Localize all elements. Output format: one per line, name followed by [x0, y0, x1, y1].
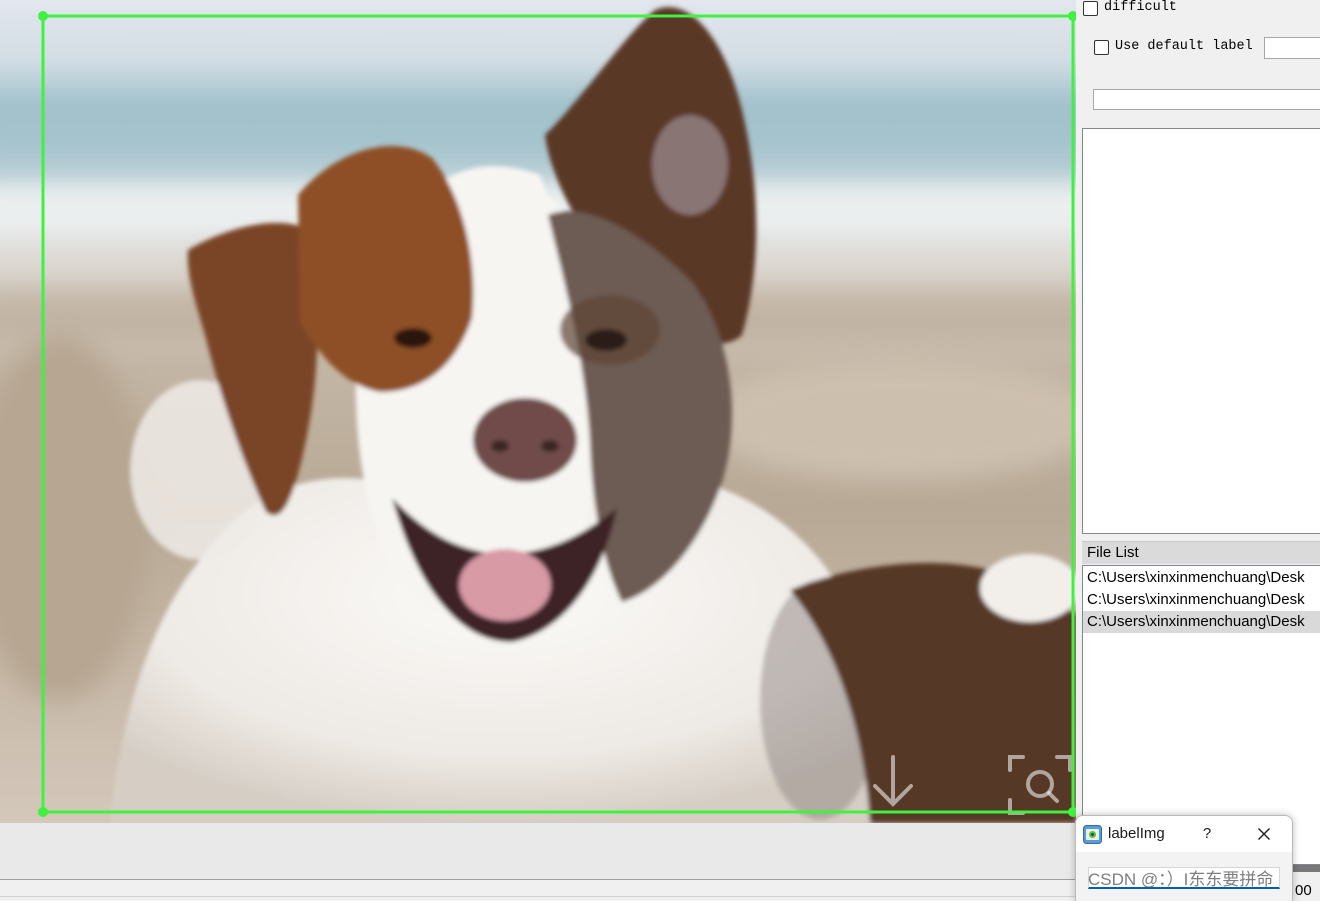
dog-eye-right — [585, 329, 627, 351]
dialog-label-input[interactable] — [1088, 867, 1280, 889]
dog-nostril — [541, 440, 559, 452]
canvas-bottom-area — [0, 823, 1076, 879]
default-label-input[interactable] — [1264, 37, 1320, 59]
use-default-label-checkbox[interactable] — [1094, 40, 1109, 55]
bbox-handle-top-left[interactable] — [38, 11, 48, 21]
dog-nose — [473, 398, 577, 482]
dog-inner-ear — [652, 115, 728, 215]
dog-tongue — [459, 549, 551, 621]
use-default-label-label[interactable]: Use default label — [1115, 39, 1253, 55]
dog-nostril — [491, 440, 509, 452]
dog-back-fur — [980, 554, 1076, 622]
dialog-titlebar[interactable]: labelImg ? — [1076, 816, 1292, 852]
difficult-checkbox[interactable] — [1083, 1, 1098, 16]
status-bar — [0, 880, 1076, 901]
difficult-label[interactable]: difficult — [1104, 0, 1177, 16]
photo — [0, 0, 1076, 823]
file-list-item[interactable]: C:\Users\xinxinmenchuang\Desk — [1083, 589, 1320, 611]
label-filter-input[interactable] — [1093, 89, 1320, 110]
close-button[interactable] — [1252, 822, 1276, 846]
status-zoom-text: 00 — [1295, 882, 1312, 899]
file-list-item[interactable]: C:\Users\xinxinmenchuang\Desk — [1083, 567, 1320, 589]
dog-eye-left — [394, 328, 432, 348]
file-list-title: File List — [1082, 541, 1320, 564]
dog-patch-left — [298, 145, 474, 392]
status-bar-line — [0, 896, 1076, 897]
label-list[interactable] — [1082, 128, 1320, 534]
bbox-handle-bottom-left[interactable] — [38, 807, 48, 817]
labelimg-dialog[interactable]: labelImg ? — [1075, 815, 1293, 901]
dialog-title: labelImg — [1108, 825, 1165, 842]
image-canvas[interactable] — [0, 0, 1076, 823]
help-button[interactable]: ? — [1198, 822, 1216, 846]
status-separator — [1293, 865, 1320, 872]
close-icon — [1258, 828, 1270, 840]
right-dock-panel: difficult Use default label File List C:… — [1076, 0, 1320, 901]
labelimg-app-icon — [1083, 825, 1102, 844]
file-list-item[interactable]: C:\Users\xinxinmenchuang\Desk — [1083, 611, 1320, 633]
